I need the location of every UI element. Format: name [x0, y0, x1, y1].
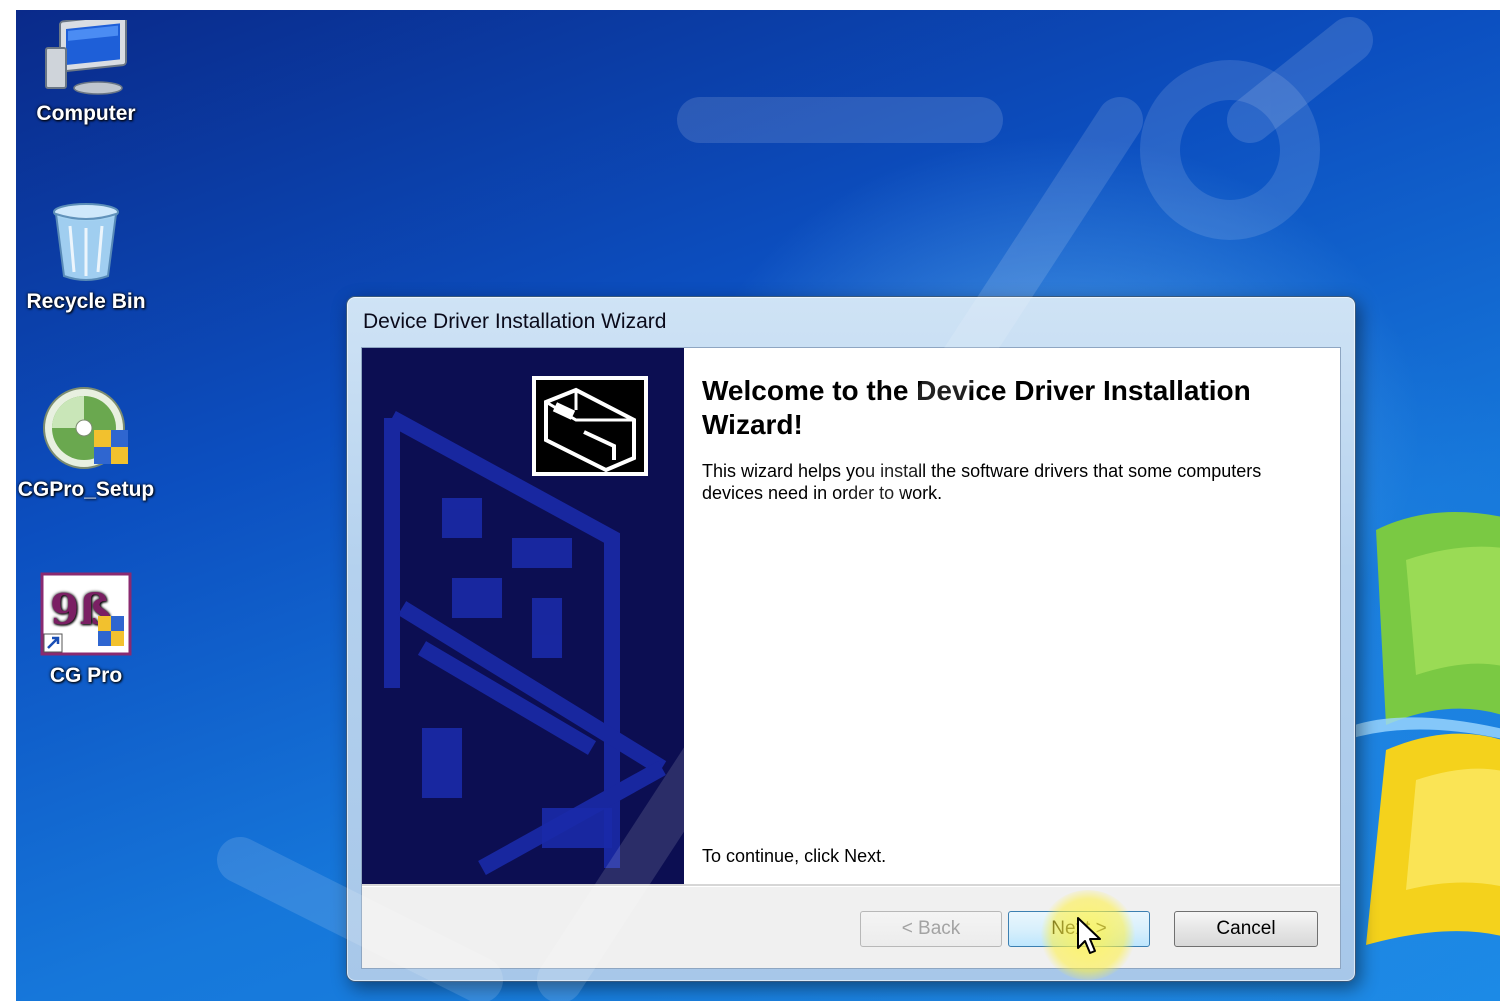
wizard-side-banner [362, 348, 684, 884]
windows-flag-logo [1346, 512, 1500, 945]
cg-pro-icon: 9ß [40, 572, 132, 656]
desktop-icon-label: Recycle Bin [26, 290, 146, 313]
continue-instruction: To continue, click Next. [702, 846, 887, 866]
desktop-icon-computer[interactable]: Computer [16, 20, 161, 126]
wizard-button-bar: < Back Next > Cancel [362, 887, 1340, 968]
desktop-icon-cgpro-setup[interactable]: CGPro_Setup [16, 386, 161, 502]
wizard-client-area: Welcome to the Device Driver Installatio… [361, 347, 1341, 969]
back-button[interactable]: < Back [860, 911, 1002, 947]
wizard-heading: Welcome to the Device Driver Installatio… [702, 375, 1251, 440]
desktop-icon-cg-pro[interactable]: 9ß CG Pro [16, 572, 161, 688]
device-driver-wizard-window[interactable]: Device Driver Installation Wizard Welcom… [346, 296, 1356, 982]
wizard-description: This wizard helps you install the softwa… [702, 461, 1262, 503]
next-button[interactable]: Next > [1008, 911, 1150, 947]
computer-icon [45, 20, 127, 95]
recycle-bin-icon [53, 203, 119, 281]
wizard-content-pane: Welcome to the Device Driver Installatio… [684, 348, 1340, 884]
desktop-icon-recycle-bin[interactable]: Recycle Bin [16, 202, 161, 314]
cancel-button[interactable]: Cancel [1174, 911, 1318, 947]
hardware-device-icon [532, 376, 648, 476]
setup-disc-icon [43, 387, 128, 469]
desktop-icon-label: CGPro_Setup [17, 478, 155, 501]
desktop-icon-label: Computer [36, 102, 136, 125]
desktop-icon-label: CG Pro [49, 664, 123, 687]
window-title: Device Driver Installation Wizard [363, 310, 667, 333]
